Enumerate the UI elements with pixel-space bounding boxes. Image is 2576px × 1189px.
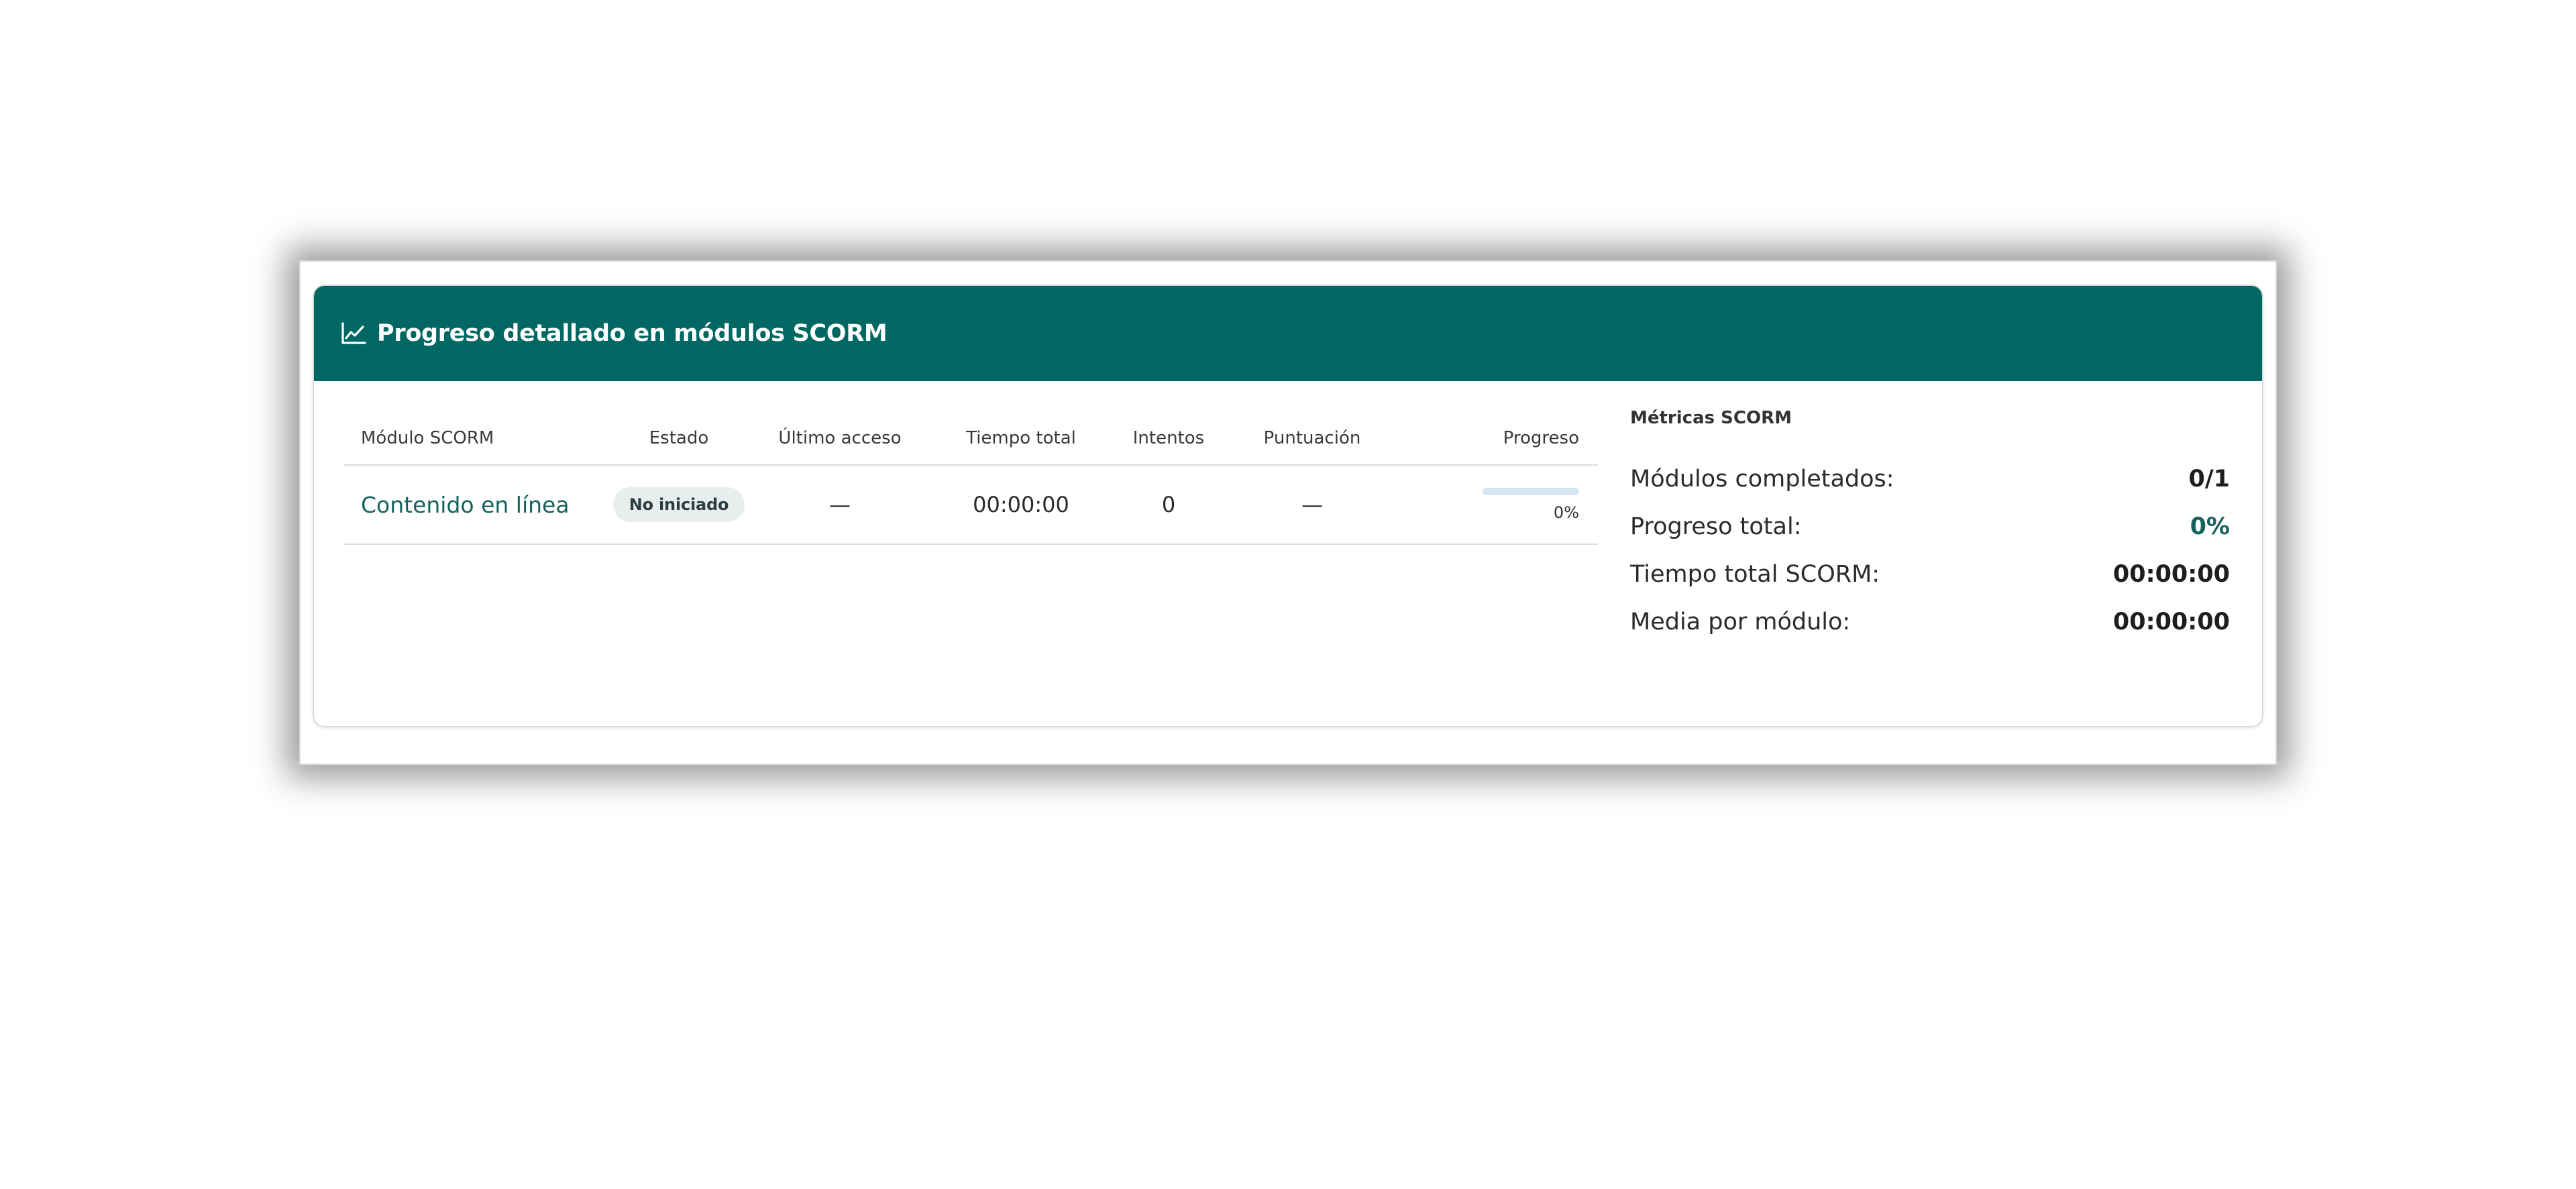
card-title: Progreso detallado en módulos SCORM xyxy=(377,320,888,347)
metric-row-modules-completed: Módulos completados: 0/1 xyxy=(1630,455,2230,503)
scorm-modules-table: Módulo SCORM Estado Último acceso Tiempo… xyxy=(343,412,1598,545)
metric-value: 00:00:00 xyxy=(2112,608,2230,635)
screenshot-frame: Progreso detallado en módulos SCORM Módu… xyxy=(299,260,2277,765)
col-header-attempts: Intentos xyxy=(1132,428,1205,448)
scorm-progress-card: Progreso detallado en módulos SCORM Módu… xyxy=(313,285,2263,727)
progress-percent: 0% xyxy=(1553,503,1579,522)
module-cell: Contenido en línea xyxy=(343,492,612,518)
metric-value: 0% xyxy=(2190,513,2230,540)
attempts-cell: 0 xyxy=(1161,492,1176,517)
table-row: Contenido en línea No iniciado — 00:00:0… xyxy=(343,466,1598,545)
col-header-module: Módulo SCORM xyxy=(361,428,494,448)
col-header-last-access: Último acceso xyxy=(778,428,902,448)
metric-row-total-progress: Progreso total: 0% xyxy=(1630,503,2230,550)
score-cell: — xyxy=(1301,492,1323,517)
col-header-score: Puntuación xyxy=(1263,428,1361,448)
metric-value: 00:00:00 xyxy=(2112,560,2230,588)
col-header-status: Estado xyxy=(649,428,709,448)
metrics-title: Métricas SCORM xyxy=(1630,408,1792,428)
metric-label: Progreso total: xyxy=(1630,513,1802,540)
metric-row-total-time: Tiempo total SCORM: 00:00:00 xyxy=(1630,550,2230,598)
col-header-progress: Progreso xyxy=(1503,428,1579,448)
metric-label: Módulos completados: xyxy=(1630,465,1894,493)
progress-bar xyxy=(1483,487,1579,495)
last-access-cell: — xyxy=(829,492,851,517)
total-time-cell: 00:00:00 xyxy=(973,492,1069,517)
progress-cell: 0% xyxy=(1395,487,1598,522)
status-badge: No iniciado xyxy=(612,487,745,522)
card-header: Progreso detallado en módulos SCORM xyxy=(314,286,2262,381)
page-background: Progreso detallado en módulos SCORM Módu… xyxy=(0,0,2576,1189)
line-chart-icon xyxy=(341,322,366,345)
metric-value: 0/1 xyxy=(2188,465,2231,493)
metric-row-average-per-module: Media por módulo: 00:00:00 xyxy=(1630,598,2230,645)
module-link[interactable]: Contenido en línea xyxy=(361,492,570,518)
table-header: Módulo SCORM Estado Último acceso Tiempo… xyxy=(343,412,1598,466)
col-header-total-time: Tiempo total xyxy=(966,428,1076,448)
status-cell: No iniciado xyxy=(612,487,746,522)
scorm-metrics-panel: Métricas SCORM Módulos completados: 0/1 … xyxy=(1630,408,2230,645)
card-body: Módulo SCORM Estado Último acceso Tiempo… xyxy=(314,381,2262,726)
metric-label: Tiempo total SCORM: xyxy=(1630,560,1880,588)
metric-label: Media por módulo: xyxy=(1630,608,1851,635)
